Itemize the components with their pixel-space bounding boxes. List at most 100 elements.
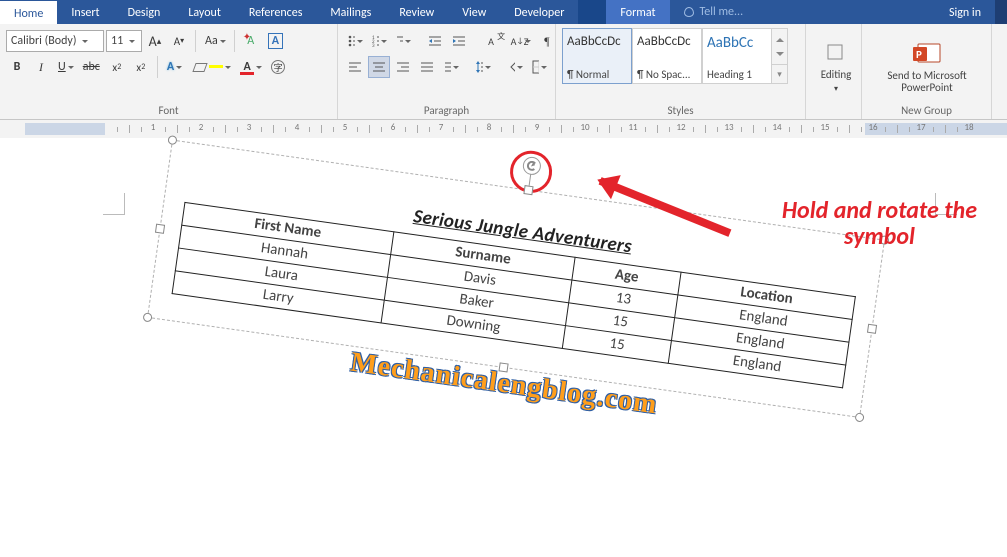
editing-button[interactable]: Editing ▾: [812, 28, 860, 100]
font-name-value: Calibri (Body): [11, 34, 76, 48]
page-corner-tl: [103, 193, 125, 215]
tell-me-label: Tell me...: [700, 5, 744, 19]
annotation-text: Hold and rotate the symbol: [782, 198, 977, 250]
bullets-button[interactable]: [344, 30, 366, 52]
tell-me[interactable]: Tell me...: [670, 0, 758, 24]
font-name-combo[interactable]: Calibri (Body): [6, 30, 104, 52]
handle-left[interactable]: [155, 224, 165, 234]
group-new-label: New Group: [868, 102, 985, 117]
send-to-powerpoint-button[interactable]: P Send to Microsoft PowerPoint: [868, 28, 986, 100]
numbering-icon: 123: [372, 35, 379, 47]
group-new: P Send to Microsoft PowerPoint New Group: [862, 24, 992, 119]
shrink-font-button[interactable]: A▾: [168, 30, 190, 52]
font-color-button[interactable]: A: [236, 56, 265, 78]
style-no-spacing[interactable]: AaBbCcDc ¶ No Spac...: [632, 28, 702, 84]
align-center-icon: [372, 61, 386, 73]
distributed-icon: [444, 61, 451, 73]
ruler[interactable]: 123456789101112131415161718: [0, 120, 1007, 138]
text-effects-button[interactable]: A: [163, 56, 185, 78]
handle-right[interactable]: [867, 324, 877, 334]
tab-mailings[interactable]: Mailings: [316, 0, 385, 24]
editing-icon: [820, 37, 852, 69]
line-spacing-button[interactable]: [472, 56, 494, 78]
align-right-icon: [396, 61, 410, 73]
justify-button[interactable]: [416, 56, 438, 78]
distributed-button[interactable]: [440, 56, 462, 78]
rotate-handle[interactable]: [522, 156, 542, 176]
sign-in[interactable]: Sign in: [935, 0, 995, 24]
tab-developer[interactable]: Developer: [500, 0, 578, 24]
group-paragraph-label: Paragraph: [344, 102, 549, 117]
sort-button[interactable]: A↓Z: [512, 30, 534, 52]
tab-home[interactable]: Home: [0, 0, 57, 24]
strikethrough-button[interactable]: abc: [79, 56, 104, 78]
style-heading1[interactable]: AaBbCc Heading 1: [702, 28, 772, 84]
align-left-button[interactable]: [344, 56, 366, 78]
style-name: ¶ No Spac...: [637, 68, 697, 81]
underline-button[interactable]: U: [54, 56, 77, 78]
highlight-button[interactable]: [187, 56, 234, 78]
borders-button[interactable]: [528, 56, 550, 78]
tab-format[interactable]: Format: [606, 0, 669, 24]
styles-scroll-up[interactable]: [772, 29, 787, 47]
grow-font-button[interactable]: A▴: [144, 30, 166, 52]
styles-more[interactable]: ▾: [772, 64, 787, 83]
group-editing: Editing ▾: [806, 24, 862, 119]
shading-button[interactable]: [504, 56, 526, 78]
tab-insert[interactable]: Insert: [57, 0, 113, 24]
handle-bottom-right[interactable]: [854, 412, 864, 422]
clear-formatting-button[interactable]: ✦ A: [240, 30, 262, 52]
styles-scroll[interactable]: ▾: [772, 28, 788, 84]
decrease-indent-button[interactable]: [424, 30, 446, 52]
handle-bottom[interactable]: [498, 362, 508, 372]
show-marks-button[interactable]: ¶: [536, 30, 558, 52]
tab-view[interactable]: View: [448, 0, 500, 24]
handle-top[interactable]: [523, 185, 533, 195]
group-styles-label: Styles: [562, 102, 799, 117]
tab-review[interactable]: Review: [385, 0, 448, 24]
text-direction-button[interactable]: A文: [480, 30, 502, 52]
group-font-label: Font: [6, 102, 331, 117]
svg-text:P: P: [916, 48, 922, 61]
textbox[interactable]: Serious Jungle Adventurers First NameSur…: [147, 140, 885, 418]
tab-layout[interactable]: Layout: [174, 0, 235, 24]
outdent-icon: [428, 35, 442, 47]
change-case-button[interactable]: Aa: [201, 30, 229, 52]
multilevel-icon: [396, 35, 403, 47]
styles-scroll-down[interactable]: [772, 47, 787, 65]
paint-bucket-icon: [508, 60, 515, 74]
powerpoint-icon: P: [911, 38, 943, 70]
ribbon: Calibri (Body) 11 A▴ A▾ Aa ✦ A A B I: [0, 24, 1007, 120]
line-spacing-icon: [476, 60, 483, 74]
highlight-color-swatch: [209, 65, 223, 68]
handle-top-left[interactable]: [167, 135, 177, 145]
style-preview: AaBbCcDc: [637, 34, 697, 49]
tab-references[interactable]: References: [235, 0, 317, 24]
align-left-icon: [348, 61, 362, 73]
group-styles: AaBbCcDc ¶ Normal AaBbCcDc ¶ No Spac... …: [556, 24, 806, 119]
tab-design[interactable]: Design: [114, 0, 175, 24]
numbering-button[interactable]: 123: [368, 30, 390, 52]
character-border-button[interactable]: A: [264, 30, 287, 52]
tab-gap: [578, 0, 606, 24]
font-size-combo[interactable]: 11: [106, 30, 142, 52]
subscript-button[interactable]: x2: [106, 56, 128, 78]
group-editing-label: [812, 115, 855, 117]
style-normal[interactable]: AaBbCcDc ¶ Normal: [562, 28, 632, 84]
highlight-icon: [191, 58, 209, 76]
italic-button[interactable]: I: [30, 56, 52, 78]
style-name: Heading 1: [707, 68, 767, 81]
multilevel-list-button[interactable]: [392, 30, 414, 52]
indent-icon: [452, 35, 466, 47]
justify-icon: [420, 61, 434, 73]
enclose-characters-button[interactable]: 字: [267, 56, 289, 78]
superscript-button[interactable]: x2: [130, 56, 152, 78]
font-size-value: 11: [111, 34, 123, 48]
bold-button[interactable]: B: [6, 56, 28, 78]
increase-indent-button[interactable]: [448, 30, 470, 52]
ribbon-tabs: Home Insert Design Layout References Mai…: [0, 0, 1007, 24]
align-right-button[interactable]: [392, 56, 414, 78]
bulb-icon: [684, 7, 694, 17]
handle-bottom-left[interactable]: [142, 312, 152, 322]
align-center-button[interactable]: [368, 56, 390, 78]
